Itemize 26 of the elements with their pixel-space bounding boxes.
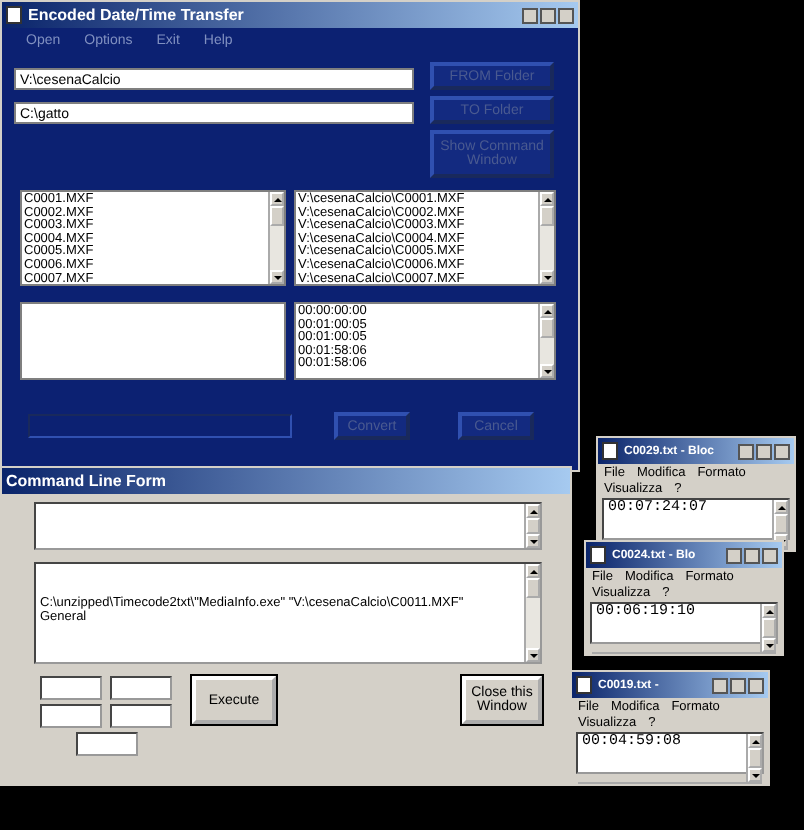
- input-field[interactable]: [75, 732, 137, 756]
- scrollbar[interactable]: [746, 734, 762, 782]
- input-field[interactable]: [110, 676, 172, 700]
- scrollbar[interactable]: [538, 192, 554, 284]
- horizontal-scrollbar[interactable]: [578, 782, 762, 784]
- scrollbar[interactable]: [538, 304, 554, 378]
- scrollbar[interactable]: [760, 604, 776, 652]
- notepad-icon: [576, 676, 592, 694]
- window-controls-icon[interactable]: [712, 677, 764, 693]
- window-controls-icon[interactable]: [738, 443, 790, 459]
- scrollbar[interactable]: [524, 564, 540, 662]
- scrollbar[interactable]: [268, 192, 284, 284]
- notepad-icon: [590, 546, 606, 564]
- command-input-field[interactable]: [34, 502, 542, 550]
- window-controls-icon[interactable]: [726, 547, 778, 563]
- scrollbar[interactable]: [524, 504, 540, 548]
- input-field[interactable]: [40, 676, 102, 700]
- empty-list[interactable]: [20, 302, 286, 380]
- horizontal-scrollbar[interactable]: [592, 652, 776, 654]
- window-title: Encoded Date/Time Transfer: [28, 6, 246, 24]
- notepad-icon: [602, 442, 618, 460]
- app-icon: [6, 6, 22, 24]
- window-controls-icon[interactable]: [522, 7, 574, 23]
- input-field[interactable]: [110, 704, 172, 728]
- input-field[interactable]: [40, 704, 102, 728]
- window-title: Command Line Form: [6, 472, 169, 490]
